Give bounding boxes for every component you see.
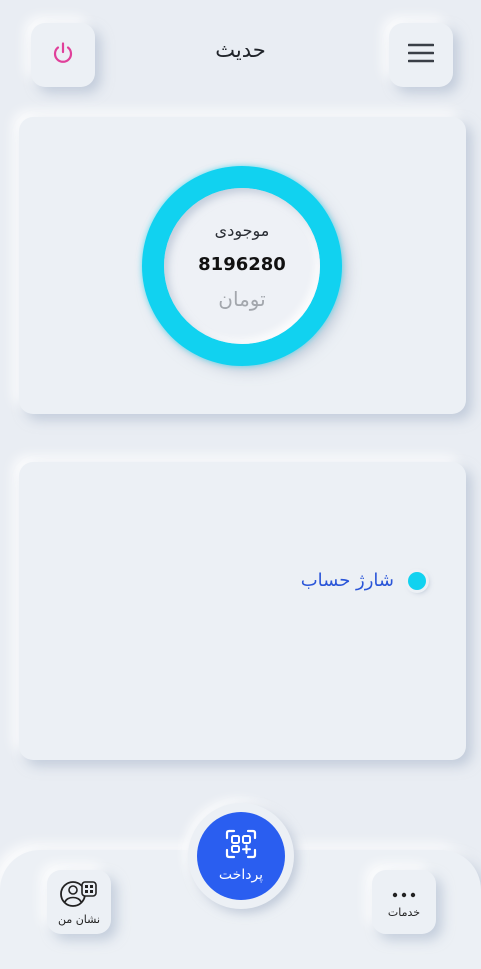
account-charge-label: شارژ حساب <box>300 570 394 591</box>
services-button[interactable]: خدمات <box>372 870 436 934</box>
power-button[interactable] <box>31 23 95 87</box>
pay-label: پرداخت <box>218 867 264 883</box>
my-badge-label: نشان من <box>57 912 101 926</box>
actions-card: شارژ حساب <box>19 462 466 760</box>
power-icon <box>50 40 76 70</box>
pay-button-ring: پرداخت <box>188 803 294 909</box>
menu-icon <box>407 42 435 68</box>
services-label: خدمات <box>387 906 421 919</box>
account-charge-item[interactable]: شارژ حساب <box>301 570 426 591</box>
balance-amount: 8196280 <box>198 254 286 275</box>
bullet-dot-icon <box>408 571 426 590</box>
page-title: حدیث <box>215 38 266 62</box>
balance-ring: موجودی 8196280 تومان <box>142 166 342 366</box>
my-badge-button[interactable]: نشان من <box>47 870 111 934</box>
user-qr-icon <box>58 879 100 911</box>
balance-display: موجودی 8196280 تومان <box>164 188 320 344</box>
balance-label: موجودی <box>214 221 270 240</box>
qr-scan-icon <box>224 829 258 863</box>
more-dots-icon <box>391 885 417 904</box>
pay-button[interactable]: پرداخت <box>197 812 285 900</box>
balance-unit: تومان <box>218 287 266 311</box>
balance-card: موجودی 8196280 تومان <box>19 117 466 414</box>
menu-button[interactable] <box>389 23 453 87</box>
